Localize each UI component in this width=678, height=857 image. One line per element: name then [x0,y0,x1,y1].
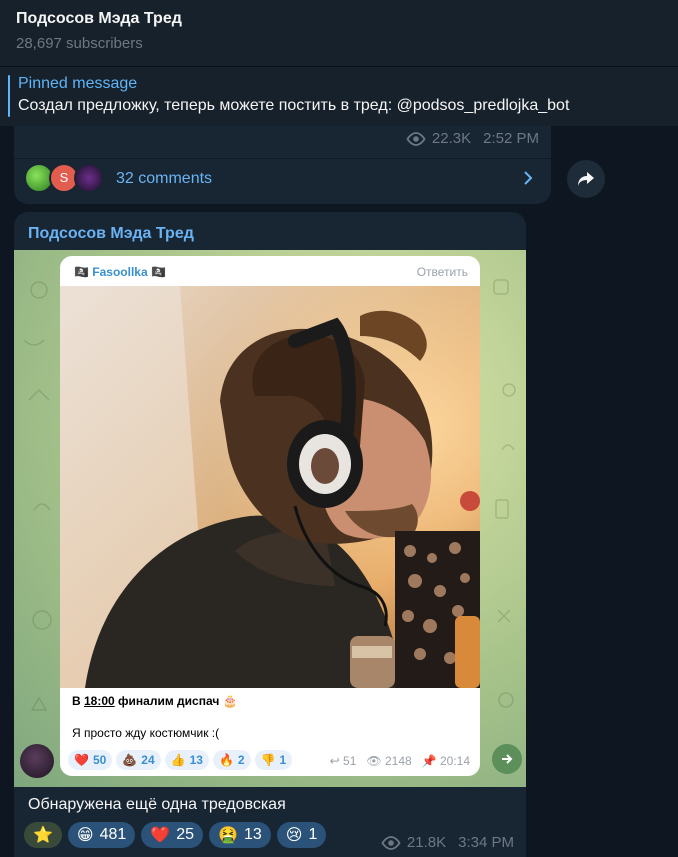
previous-post-bubble: 22.3K 2:52 PM S 32 comments [14,126,551,204]
forward-button[interactable] [492,744,522,774]
photo-person-with-headphones[interactable] [60,286,480,688]
share-icon [578,172,594,186]
channel-post: Подсосов Мэда Тред 🏴‍☠️ Fasoollka 🏴‍☠️ О… [14,212,526,857]
channel-title: Подсосов Мэда Тред [16,10,182,27]
reaction-emoji: ❤️ [74,753,89,767]
caption-time: 18:00 [84,694,115,708]
reaction-count: 24 [141,753,155,767]
post-meta: 21.8K 3:34 PM [381,834,514,851]
reply-count: ↩ 51 [330,754,357,768]
post-reactions: ⭐ 😁 481 ❤️ 25 🤮 13 😢 1 [24,822,327,848]
reaction-star[interactable]: ⭐ [24,822,62,848]
reaction-count: 2 [237,753,245,767]
reaction-heart[interactable]: ❤️ 25 [141,822,204,848]
reaction-count: 13 [243,826,262,843]
reaction-grin[interactable]: 😁 481 [67,822,136,848]
pinned-label: Pinned message [18,75,138,92]
post-author[interactable]: Подсосов Мэда Тред [28,225,194,243]
view-count: 👁 2148 [366,754,411,768]
forwarded-message-card: 🏴‍☠️ Fasoollka 🏴‍☠️ Ответить [60,256,480,776]
reaction-thumbs-up[interactable]: 👍 13 [164,750,209,770]
reaction-emoji: 👎 [260,753,276,767]
message-time: 📌 20:14 [422,754,470,768]
share-button[interactable] [567,160,605,198]
post-views: 21.8K [406,834,447,851]
divider [14,158,551,159]
reply-link[interactable]: Ответить [417,265,468,279]
reaction-count: 25 [176,826,195,843]
reaction-fire[interactable]: 🔥 2 [212,750,251,770]
reaction-vomit[interactable]: 🤮 13 [209,822,271,848]
time-value: 20:14 [439,754,470,768]
reaction-emoji: ⭐ [33,827,53,844]
commenter-avatars[interactable]: S [24,163,120,193]
forwarded-reactions: ❤️ 50 💩 24 👍 13 🔥 2 👎 1 [68,750,293,770]
pin-icon: 📌 [421,754,440,768]
reaction-count: 50 [92,753,107,767]
caption-post: финалим диспач 🎂 [114,694,238,708]
reaction-emoji: 🤮 [218,827,238,844]
prev-views: 22.3K [431,130,472,147]
reaction-emoji: 💩 [122,753,138,767]
reply-count-value: 51 [343,754,357,768]
post-time: 3:34 PM [458,834,514,851]
prev-time: 2:52 PM [483,130,539,147]
reaction-emoji: 👍 [170,753,186,767]
reaction-count: 1 [279,753,287,767]
avatar[interactable] [20,744,54,778]
chevron-right-icon[interactable] [523,170,533,191]
subscriber-count: 28,697 subscribers [16,35,143,52]
pinned-message-bar[interactable]: Pinned message Создал предложку, теперь … [0,66,678,126]
reaction-heart[interactable]: ❤️ 50 [68,750,113,770]
avatar [74,163,104,193]
reply-icon: ↩ [329,754,344,768]
reaction-thumbs-down[interactable]: 👎 1 [254,750,293,770]
reaction-cry[interactable]: 😢 1 [276,822,327,848]
reaction-count: 1 [308,826,318,843]
eye-icon [381,835,401,850]
reaction-emoji: 😢 [285,827,303,844]
caption-pre: В [72,694,84,708]
prev-post-meta: 22.3K 2:52 PM [406,130,539,147]
view-count-value: 2148 [384,754,412,768]
reaction-count: 13 [189,753,203,767]
forward-arrow-icon [502,754,513,764]
reaction-count: 481 [99,826,127,843]
channel-header[interactable]: Подсосов Мэда Тред 28,697 subscribers [0,0,678,66]
post-text: Обнаружена ещё одна тредовская [28,796,286,813]
pinned-text: Создал предложку, теперь можете постить … [18,97,570,114]
reaction-emoji: 🔥 [218,753,234,767]
eye-icon: 👁 [366,754,385,768]
forwarded-meta: ↩ 51 👁 2148 📌 20:14 [330,754,470,768]
reaction-emoji: ❤️ [150,827,171,844]
reaction-poop[interactable]: 💩 24 [116,750,161,770]
comments-link[interactable]: 32 comments [116,170,212,188]
forwarded-sender: 🏴‍☠️ Fasoollka 🏴‍☠️ [74,265,166,279]
reaction-emoji: 😁 [76,827,94,844]
eye-icon [406,131,426,146]
post-media[interactable]: 🏴‍☠️ Fasoollka 🏴‍☠️ Ответить [14,250,526,787]
pinned-accent-bar [8,75,10,117]
forwarded-caption: В 18:00 финалим диспач 🎂 [72,694,238,708]
forwarded-subtext: Я просто жду костюмчик :( [72,726,220,740]
